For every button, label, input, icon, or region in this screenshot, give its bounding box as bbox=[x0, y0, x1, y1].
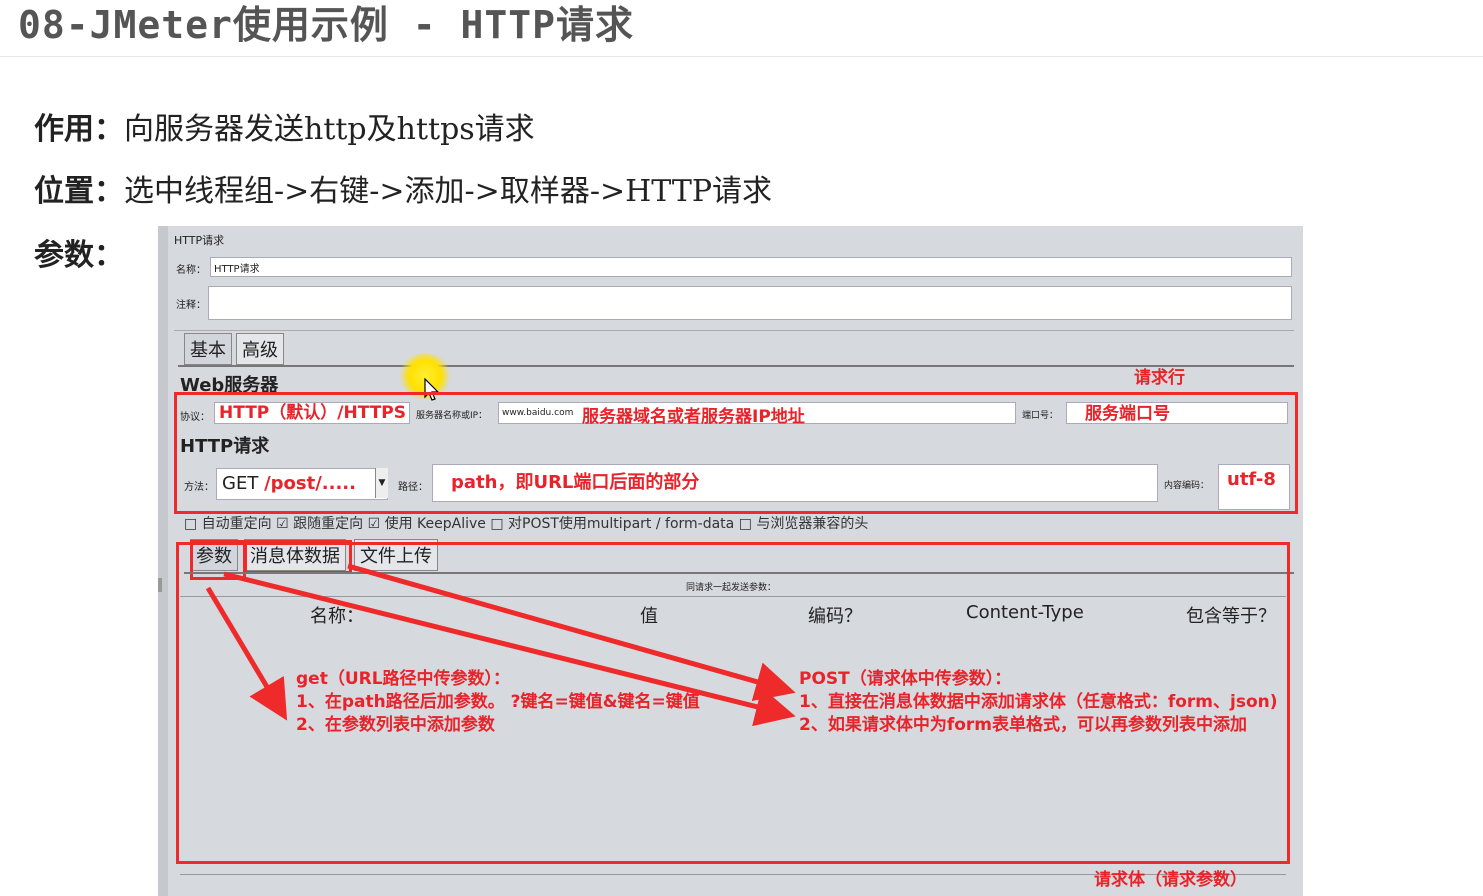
location-text: 选中线程组->右键->添加->取样器->HTTP请求 bbox=[124, 174, 773, 209]
purpose-line: 作用：向服务器发送http及https请求 bbox=[34, 104, 535, 148]
annotation-arrows bbox=[205, 563, 796, 727]
location-label: 位置： bbox=[34, 174, 124, 209]
arrow-params-to-get bbox=[205, 586, 288, 721]
params-line: 参数： bbox=[34, 230, 124, 274]
arrow-params-to-post bbox=[223, 571, 796, 727]
location-line: 位置：选中线程组->右键->添加->取样器->HTTP请求 bbox=[34, 166, 772, 210]
params-label: 参数： bbox=[34, 238, 124, 273]
purpose-label: 作用： bbox=[34, 112, 124, 147]
annotation-request-body: 请求体（请求参数） bbox=[1094, 870, 1247, 890]
jmeter-screenshot: HTTP请求 名称： HTTP请求 注释： 基本 高级 Web服务器 请求行 协… bbox=[158, 226, 1303, 896]
purpose-text: 向服务器发送http及https请求 bbox=[124, 112, 535, 147]
arrow-body-to-post bbox=[347, 563, 796, 702]
slide-title: 08-JMeter使用示例 - HTTP请求 bbox=[18, 3, 635, 47]
title-divider bbox=[0, 56, 1483, 57]
